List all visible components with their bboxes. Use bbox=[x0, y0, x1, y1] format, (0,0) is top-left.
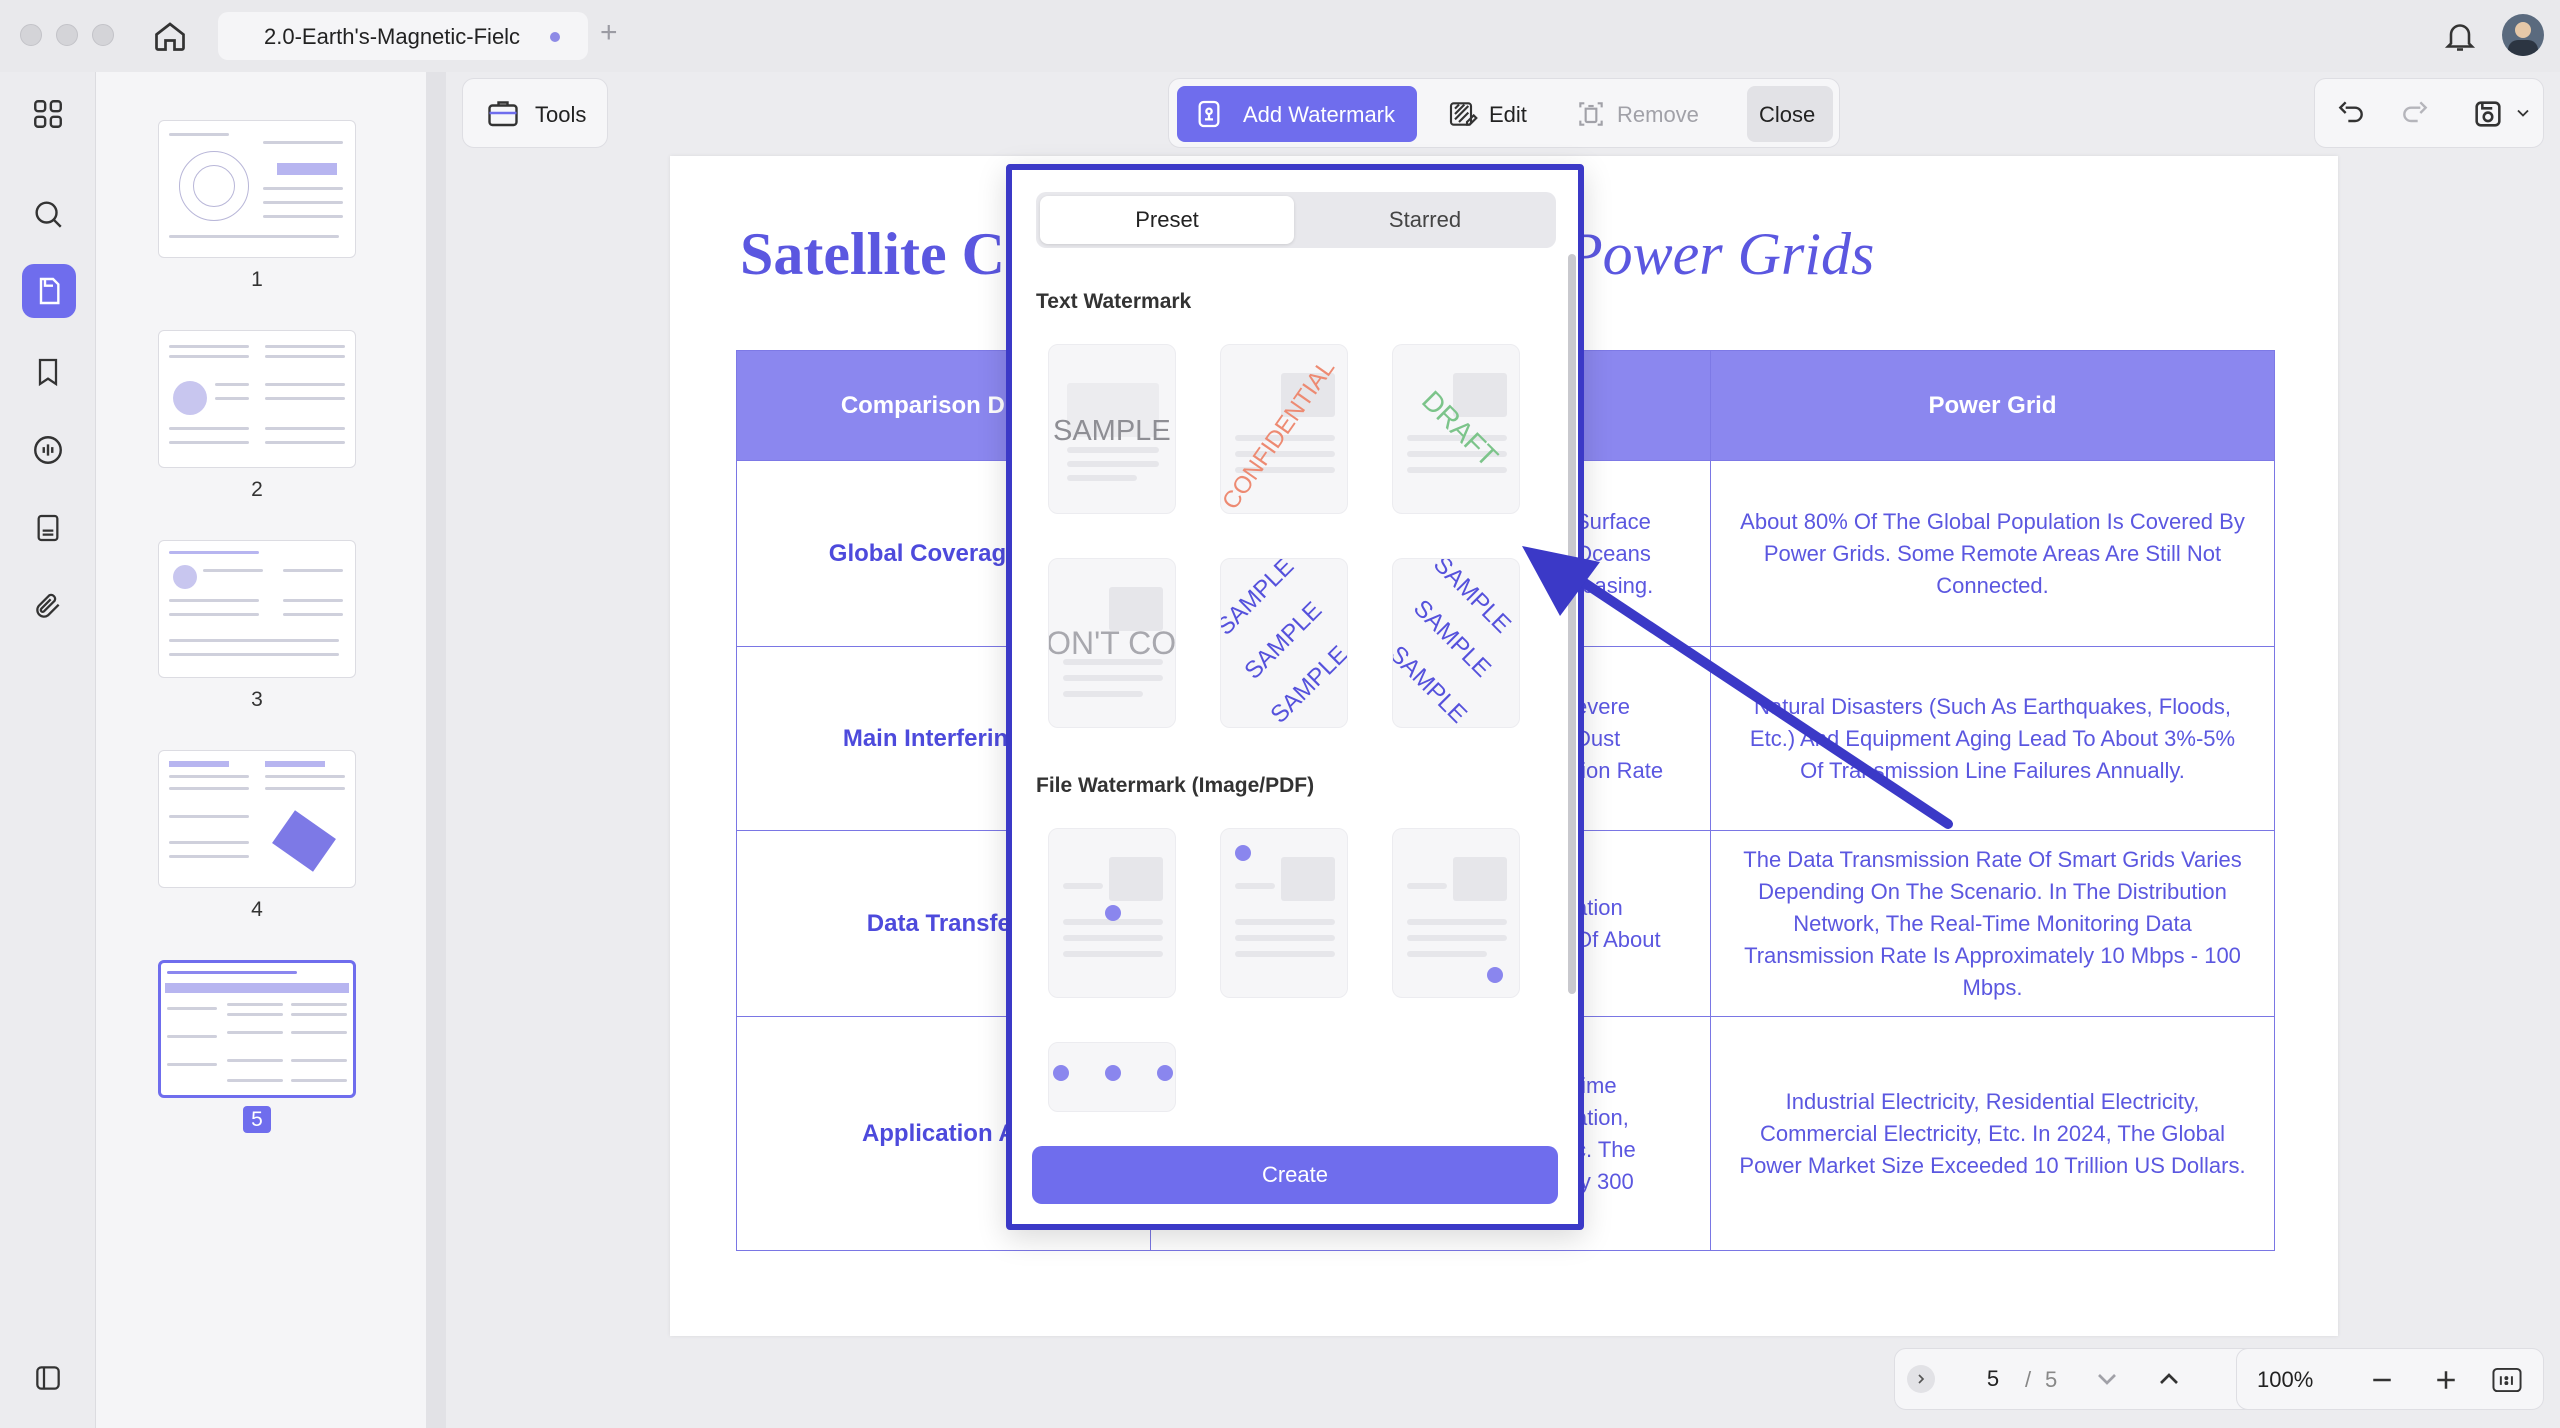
watermark-panel: Preset Starred Text Watermark SAMPLE CON… bbox=[1006, 164, 1584, 1230]
page-number-label: 4 bbox=[251, 898, 263, 921]
window-close-dot[interactable] bbox=[20, 24, 42, 46]
tab-title: 2.0-Earth's-Magnetic-Fielc bbox=[264, 24, 521, 49]
zoom-controls: 100% bbox=[2236, 1348, 2544, 1410]
edit-pattern-icon bbox=[1447, 98, 1479, 130]
avatar[interactable] bbox=[2502, 14, 2544, 56]
create-button[interactable]: Create bbox=[1032, 1146, 1558, 1204]
watermark-toolbar: Add Watermark Edit Remove Close bbox=[1168, 78, 1840, 148]
form-icon[interactable] bbox=[26, 506, 70, 550]
window-minimize-dot[interactable] bbox=[56, 24, 78, 46]
tab-document[interactable]: 2.0-Earth's-Magnetic-Fielc bbox=[218, 12, 588, 60]
table-cell: The Data Transmission Rate Of Smart Grid… bbox=[1710, 830, 2275, 1017]
page-navigator: 5 / 5 bbox=[1894, 1348, 2258, 1410]
remove-label: Remove bbox=[1617, 102, 1699, 127]
image-marker-icon bbox=[1105, 1065, 1121, 1081]
next-page-icon[interactable] bbox=[2091, 1363, 2123, 1395]
comment-icon[interactable] bbox=[26, 428, 70, 472]
image-marker-icon bbox=[1053, 1065, 1069, 1081]
annotation-arrow bbox=[1522, 546, 1953, 829]
chevron-down-icon[interactable] bbox=[2513, 103, 2533, 123]
bell-icon[interactable] bbox=[2442, 18, 2478, 54]
page-number-label: 2 bbox=[251, 478, 263, 501]
total-pages: 5 bbox=[2045, 1367, 2058, 1392]
expand-arrow-icon[interactable] bbox=[1907, 1365, 1935, 1393]
image-marker-icon bbox=[1487, 967, 1503, 983]
tab-starred[interactable]: Starred bbox=[1298, 196, 1552, 244]
preset-sample-tiled-card[interactable]: SAMPLE SAMPLE SAMPLE bbox=[1220, 558, 1348, 728]
file-watermark-bottom-right-card[interactable] bbox=[1392, 828, 1520, 998]
tab-preset[interactable]: Preset bbox=[1040, 196, 1294, 244]
attachment-icon[interactable] bbox=[26, 584, 70, 628]
grid-apps-icon[interactable] bbox=[26, 92, 70, 136]
new-tab-icon[interactable]: + bbox=[600, 16, 618, 50]
tools-label: Tools bbox=[535, 102, 587, 127]
history-toolbar bbox=[2314, 78, 2544, 148]
file-watermark-center-card[interactable] bbox=[1048, 828, 1176, 998]
page-separator: / bbox=[2025, 1367, 2032, 1392]
table-header-cell: Power Grid bbox=[1710, 350, 2275, 461]
page-thumbnail-1[interactable] bbox=[158, 120, 356, 258]
preset-dont-copy-card[interactable]: DON'T COPY bbox=[1048, 558, 1176, 728]
save-icon[interactable] bbox=[2471, 97, 2505, 131]
file-watermark-heading: File Watermark (Image/PDF) bbox=[1036, 774, 1315, 797]
file-watermark-top-left-card[interactable] bbox=[1220, 828, 1348, 998]
search-icon[interactable] bbox=[26, 192, 70, 236]
page-thumbnail-2[interactable] bbox=[158, 330, 356, 468]
zoom-out-icon[interactable] bbox=[2367, 1365, 2397, 1395]
current-page-input[interactable]: 5 bbox=[1967, 1361, 2019, 1397]
page-thumbnail-4[interactable] bbox=[158, 750, 356, 888]
remove-icon bbox=[1575, 98, 1607, 130]
thumbnail-panel: 1 2 3 4 5 bbox=[96, 72, 426, 1428]
text-watermark-heading: Text Watermark bbox=[1036, 290, 1192, 313]
preset-starred-switch: Preset Starred bbox=[1036, 192, 1556, 248]
add-watermark-button[interactable]: Add Watermark bbox=[1177, 86, 1417, 142]
sidebar-toggle-icon[interactable] bbox=[26, 1356, 70, 1400]
left-nav bbox=[0, 72, 96, 1428]
page-thumbnail-3[interactable] bbox=[158, 540, 356, 678]
undo-icon[interactable] bbox=[2335, 97, 2367, 129]
page-title-right: Power Grids bbox=[1566, 221, 1875, 287]
home-icon[interactable] bbox=[152, 18, 188, 54]
image-marker-icon bbox=[1235, 845, 1251, 861]
unsaved-dot bbox=[550, 32, 560, 42]
bookmark-icon[interactable] bbox=[26, 350, 70, 394]
preset-draft-card[interactable]: DRAFT bbox=[1392, 344, 1520, 514]
dont-copy-watermark-text: DON'T COPY bbox=[1048, 625, 1176, 661]
zoom-level[interactable]: 100% bbox=[2257, 1367, 2313, 1393]
page-number-label: 5 bbox=[158, 1106, 356, 1133]
sample-watermark-text: SAMPLE bbox=[1053, 415, 1171, 447]
redo-icon[interactable] bbox=[2399, 97, 2431, 129]
tools-button[interactable]: Tools bbox=[462, 78, 608, 148]
previous-page-icon[interactable] bbox=[2153, 1363, 2185, 1395]
remove-watermark-button[interactable]: Remove bbox=[1565, 86, 1715, 142]
table-cell: Industrial Electricity, Residential Elec… bbox=[1710, 1016, 2275, 1251]
preset-sample-card[interactable]: SAMPLE bbox=[1048, 344, 1176, 514]
page-title-left: Satellite C bbox=[740, 221, 1005, 287]
close-watermark-button[interactable]: Close bbox=[1747, 86, 1833, 142]
watermark-stamp-icon bbox=[1193, 98, 1225, 130]
zoom-in-icon[interactable] bbox=[2431, 1365, 2461, 1395]
image-marker-icon bbox=[1157, 1065, 1173, 1081]
close-label: Close bbox=[1759, 102, 1816, 127]
preset-confidential-card[interactable]: CONFIDENTIAL bbox=[1220, 344, 1348, 514]
page-number-label: 3 bbox=[251, 688, 263, 711]
title-bar: 2.0-Earth's-Magnetic-Fielc + bbox=[0, 0, 2560, 72]
add-watermark-label: Add Watermark bbox=[1243, 102, 1396, 127]
panel-divider[interactable] bbox=[426, 72, 446, 1428]
page-number-label: 1 bbox=[251, 268, 263, 291]
file-watermark-tiled-card[interactable] bbox=[1048, 1042, 1176, 1112]
pages-icon[interactable] bbox=[22, 264, 76, 318]
image-marker-icon bbox=[1105, 905, 1121, 921]
window-zoom-dot[interactable] bbox=[92, 24, 114, 46]
edit-watermark-button[interactable]: Edit bbox=[1439, 86, 1549, 142]
page-thumbnail-5[interactable] bbox=[158, 960, 356, 1098]
actual-size-icon[interactable] bbox=[2491, 1365, 2523, 1395]
edit-label: Edit bbox=[1489, 102, 1527, 127]
toolbox-icon bbox=[485, 95, 521, 131]
